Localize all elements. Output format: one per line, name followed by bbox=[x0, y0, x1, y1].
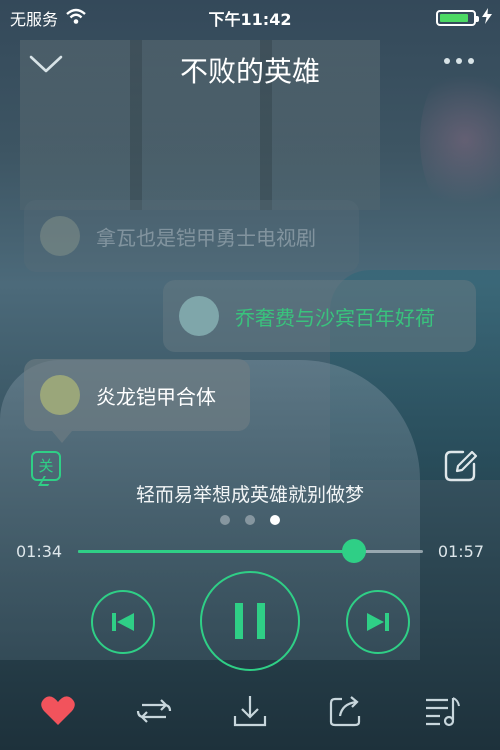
comment-text: 炎龙铠甲合体 bbox=[96, 384, 216, 409]
total-time: 01:57 bbox=[437, 542, 484, 561]
clock: 下午11:42 bbox=[208, 10, 292, 29]
seek-handle[interactable] bbox=[342, 539, 366, 563]
pause-button[interactable] bbox=[200, 571, 300, 671]
next-button[interactable] bbox=[346, 590, 410, 654]
share-icon[interactable] bbox=[321, 688, 371, 734]
follow-comment-button[interactable]: 关 bbox=[31, 451, 61, 481]
page-dot[interactable] bbox=[270, 515, 280, 525]
pause-icon bbox=[235, 603, 265, 639]
download-icon[interactable] bbox=[225, 688, 275, 734]
avatar bbox=[40, 375, 80, 415]
more-dots-icon[interactable] bbox=[444, 58, 474, 64]
skip-previous-icon bbox=[112, 613, 134, 631]
comment-bubble[interactable]: 炎龙铠甲合体 bbox=[24, 359, 250, 443]
comment-bubble[interactable]: 乔奢费与沙宾百年好荷 bbox=[163, 280, 476, 352]
repeat-icon[interactable] bbox=[129, 688, 179, 734]
playlist-icon[interactable] bbox=[417, 688, 467, 734]
previous-button[interactable] bbox=[91, 590, 155, 654]
song-title: 不败的英雄 bbox=[179, 55, 320, 88]
seek-progress bbox=[78, 550, 354, 553]
page-dot[interactable] bbox=[220, 515, 230, 525]
progress-bar: 01:34 01:57 bbox=[0, 539, 500, 564]
avatar bbox=[179, 296, 219, 336]
comment-bubble[interactable]: 拿瓦也是铠甲勇士电视剧 bbox=[24, 200, 359, 272]
status-bar: 无服务 下午11:42 bbox=[0, 0, 500, 32]
comment-text: 拿瓦也是铠甲勇士电视剧 bbox=[96, 225, 316, 250]
page-indicator bbox=[0, 515, 500, 525]
avatar bbox=[40, 216, 80, 256]
charging-icon bbox=[482, 8, 492, 28]
bottom-toolbar bbox=[0, 688, 500, 738]
player-header: 不败的英雄 bbox=[0, 42, 500, 92]
status-right bbox=[436, 8, 492, 28]
heart-icon[interactable] bbox=[33, 688, 83, 734]
battery-icon bbox=[436, 10, 479, 26]
skip-next-icon bbox=[367, 613, 389, 631]
page-dot[interactable] bbox=[245, 515, 255, 525]
comment-text: 乔奢费与沙宾百年好荷 bbox=[235, 305, 435, 330]
current-time: 01:34 bbox=[16, 542, 63, 561]
lyric-line: 轻而易举想成英雄就别做梦 bbox=[135, 484, 364, 506]
seek-track[interactable] bbox=[78, 539, 423, 563]
bubble-tail bbox=[52, 431, 72, 443]
